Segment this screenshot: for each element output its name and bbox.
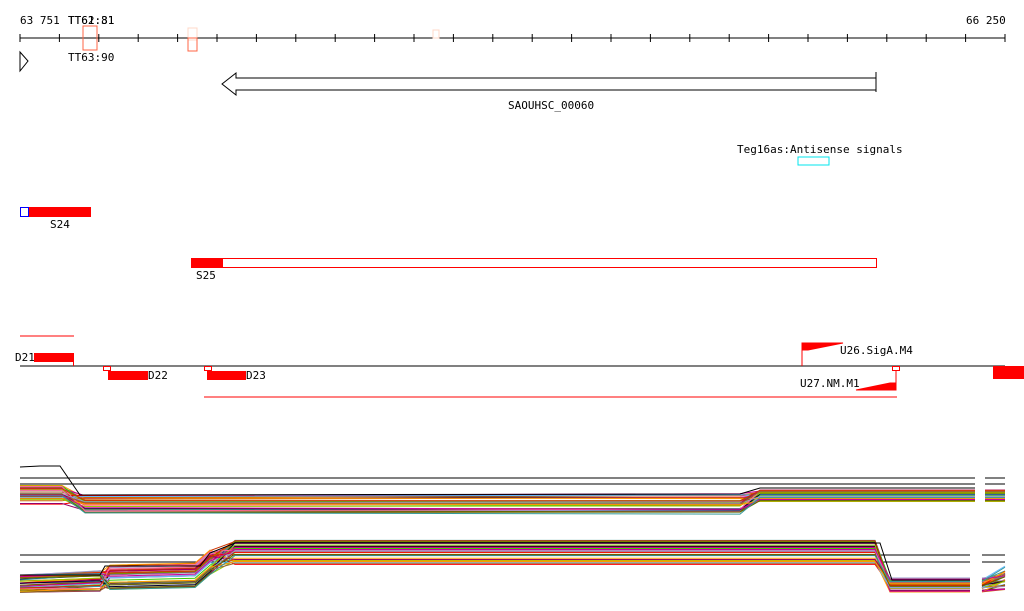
feature-u27-label: U27.NM.M1 (800, 377, 860, 390)
feature-d23[interactable] (207, 371, 246, 380)
ruler-start-label: 63 751 (20, 14, 60, 27)
feature-d23-label: D23 (246, 369, 266, 382)
feature-d21[interactable] (34, 353, 74, 362)
feature-u26[interactable] (801, 342, 844, 366)
segment-s25-label: S25 (196, 269, 216, 282)
gene-arrow[interactable] (221, 71, 877, 97)
segment-s25-outline[interactable] (191, 258, 877, 268)
feature-right-edge[interactable] (993, 366, 1024, 379)
ruler-end-label: 66 250 (966, 14, 1006, 27)
tss-label-tt61: TT61:31 (68, 14, 114, 27)
play-triangle-icon[interactable] (19, 50, 29, 73)
expression-profiles (19, 465, 1006, 593)
gene-label: SAOUHSC_00060 (508, 99, 594, 112)
segment-start-box (20, 207, 29, 217)
segment-s25[interactable] (191, 258, 223, 268)
tss-box (892, 366, 900, 371)
tss-box (204, 366, 212, 371)
tss-label-tt63: TT63:90 (68, 51, 114, 64)
antisense-signal[interactable] (797, 156, 830, 166)
genome-browser-canvas: 63 751 66 250 TT62:81 TT61:31 TT63:90 SA… (15, 14, 1024, 593)
tss-marker[interactable] (432, 29, 440, 39)
feature-d22[interactable] (108, 371, 148, 380)
segment-s24-label: S24 (50, 218, 70, 231)
feature-d21-label: D21 (15, 351, 35, 364)
feature-u26-label: U26.SigA.M4 (840, 344, 913, 357)
antisense-label: Teg16as:Antisense signals (737, 143, 903, 156)
position-ruler (19, 34, 1006, 42)
feature-u27[interactable] (855, 370, 897, 391)
segment-s24[interactable] (29, 207, 91, 217)
tss-box (103, 366, 111, 371)
feature-d22-label: D22 (148, 369, 168, 382)
